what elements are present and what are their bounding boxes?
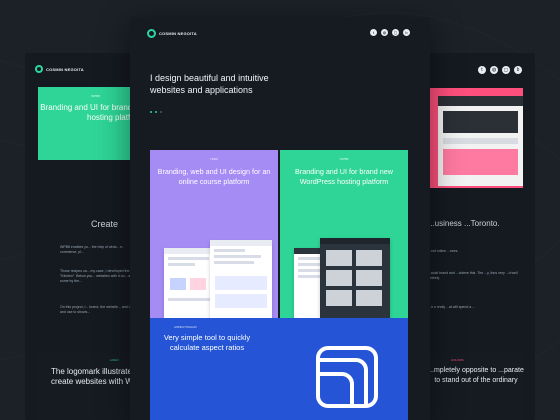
brand-name: COSMIN NEGOITA [46, 66, 84, 72]
logo-icon [147, 29, 156, 38]
hero-heading: I design beautiful and intuitive website… [150, 73, 269, 95]
bottom-title: The logomark illustrates the speed you c… [51, 367, 137, 386]
right-page-preview: t ◍ ◻ b ...usiness ...Toronto. ...ont on… [418, 53, 535, 420]
project-mockup [320, 238, 390, 326]
tile-tag: TEBO [209, 157, 219, 161]
tile-title: Very simple tool to quickly calculate as… [163, 333, 251, 352]
right-paragraph: ...acial brand and ...chieve this. The .… [428, 271, 518, 280]
tile-title: Branding, web and UI design for an onlin… [157, 167, 271, 186]
project-tile-aspectosaur[interactable]: ASPECTOSAUR Very simple tool to quickly … [150, 318, 408, 420]
bottom-tag: COLORS [451, 358, 464, 362]
card-tag: WPB8 [91, 94, 100, 98]
brand-name: COSMIN NEGOITA [159, 31, 197, 36]
right-paragraph: ...ont online ...nces. [428, 249, 459, 253]
project-mockup [210, 240, 272, 322]
left-paragraph: Those recipes ca... my case, I developed… [60, 269, 135, 283]
left-page-preview: COSMIN NEGOITA WPB8 Branding and UI for … [25, 53, 137, 420]
twitter-icon[interactable]: t [478, 66, 486, 74]
dot [155, 111, 157, 113]
main-portfolio-page: COSMIN NEGOITA t ◍ ◻ b I design beautifu… [130, 17, 430, 420]
tile-tag: ASPECTOSAUR [174, 325, 197, 329]
right-bottom-section: COLORS ...mpletely opposite to ...parate… [418, 353, 524, 420]
dot [150, 111, 152, 113]
instagram-icon[interactable]: ◻ [502, 66, 510, 74]
left-brand: COSMIN NEGOITA [35, 65, 84, 73]
aspect-ratio-icon [316, 346, 378, 408]
right-section-title: ...usiness ...Toronto. [428, 219, 500, 228]
bottom-tag: LOGO [110, 358, 119, 362]
dribbble-icon[interactable]: ◍ [381, 29, 388, 36]
left-project-card[interactable]: WPB8 Branding and UI for brand new WordP… [38, 87, 137, 160]
site-brand[interactable]: COSMIN NEGOITA [147, 29, 197, 38]
project-screenshot [438, 96, 523, 186]
left-bottom-section: LOGO The logomark illustrates the speed … [37, 353, 137, 420]
behance-icon[interactable]: b [403, 29, 410, 36]
left-section-title: Create [91, 219, 119, 229]
tile-tag: WPB8 [339, 157, 349, 161]
right-project-card[interactable] [428, 88, 523, 188]
card-title: Branding and UI for brand new WordPress … [40, 103, 137, 122]
project-tile-tebo[interactable]: TEBO Branding, web and UI design for an … [150, 150, 278, 332]
hero-dots [150, 111, 162, 113]
instagram-icon[interactable]: ◻ [392, 29, 399, 36]
left-paragraph: WPB8 enables yo... the help of what... e… [60, 245, 124, 254]
dribbble-icon[interactable]: ◍ [490, 66, 498, 74]
logo-icon [35, 65, 43, 73]
dot [160, 111, 162, 113]
social-links: t ◍ ◻ b [370, 29, 410, 36]
tile-title: Branding and UI for brand new WordPress … [295, 167, 393, 186]
right-social-links: t ◍ ◻ b [478, 66, 522, 74]
twitter-icon[interactable]: t [370, 29, 377, 36]
left-paragraph: On this project, I... brand, the website… [60, 305, 136, 314]
project-tile-wpb8[interactable]: WPB8 Branding and UI for brand new WordP… [280, 150, 408, 332]
right-paragraph: ...ir a really ...at will spend a ... [428, 305, 476, 309]
bottom-title: ...mpletely opposite to ...parate to sta… [428, 367, 524, 384]
behance-icon[interactable]: b [514, 66, 522, 74]
